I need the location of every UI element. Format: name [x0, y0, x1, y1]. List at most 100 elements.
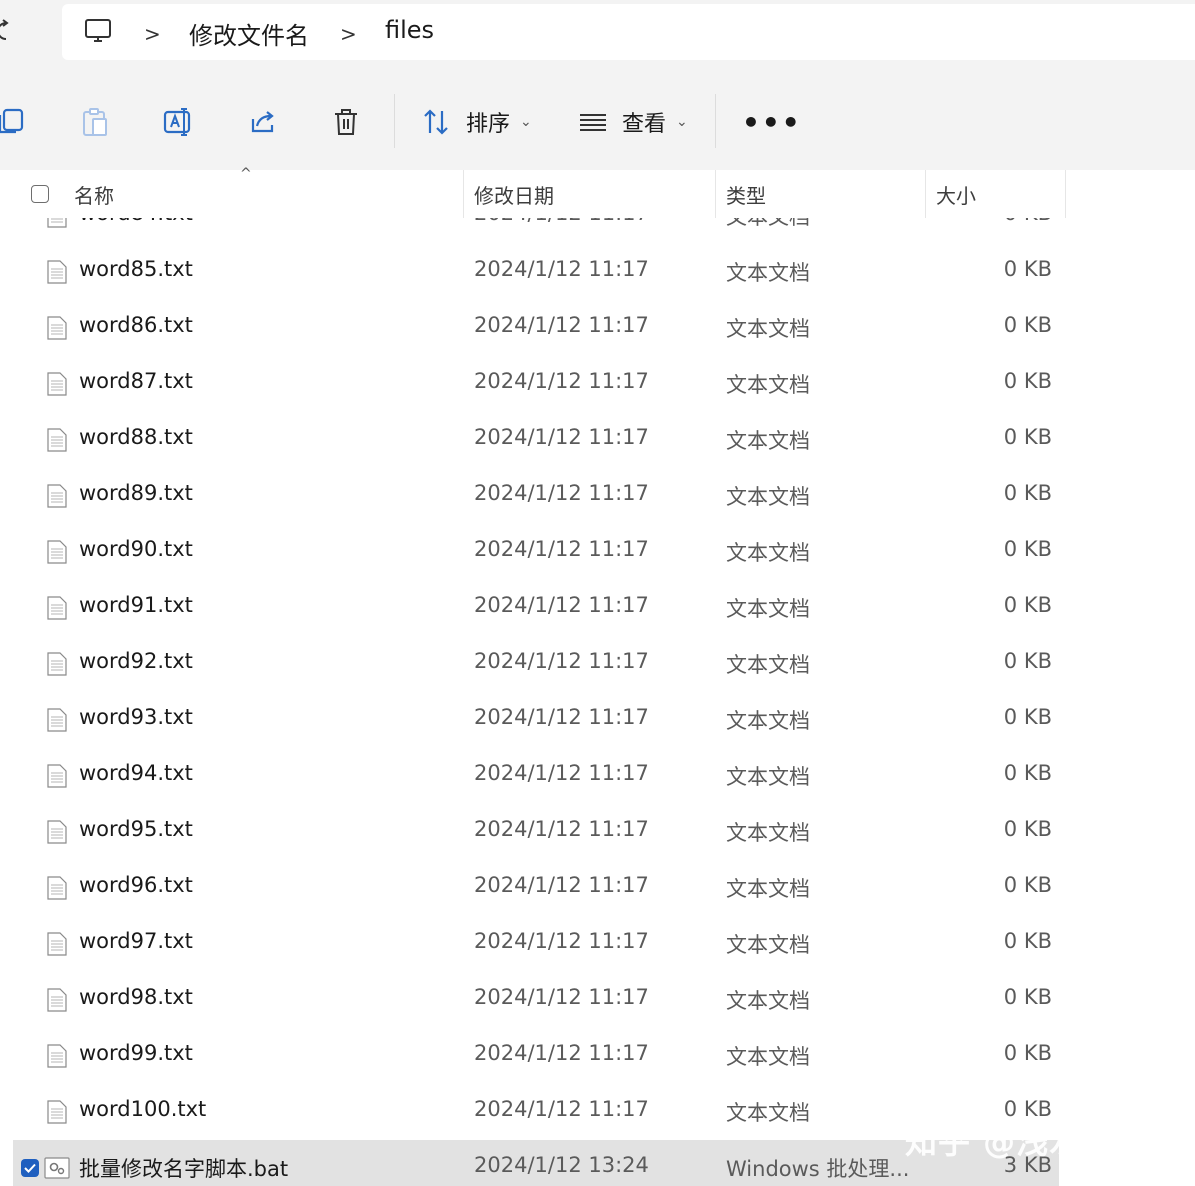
sort-ascending-icon: ^ [240, 166, 252, 182]
row-checkbox-checked[interactable] [21, 1159, 39, 1177]
file-type: 文本文档 [726, 653, 810, 677]
file-size: 0 KB [1003, 873, 1052, 897]
column-divider[interactable] [1065, 170, 1066, 218]
file-type: 文本文档 [726, 709, 810, 733]
file-type: 文本文档 [726, 261, 810, 285]
file-date: 2024/1/12 11:17 [474, 313, 649, 337]
column-size[interactable]: 大小 [936, 180, 976, 209]
view-button[interactable]: 查看 ⌄ [578, 104, 688, 140]
column-date[interactable]: 修改日期 [474, 180, 554, 209]
file-row[interactable]: word86.txt 2024/1/12 11:17 文本文档 0 KB [0, 300, 1195, 356]
chevron-down-icon: ⌄ [676, 114, 688, 130]
file-size: 0 KB [1003, 593, 1052, 617]
file-row[interactable]: word84.txt 2024/1/12 11:17 文本文档 0 KB [0, 218, 1195, 244]
file-name[interactable]: word100.txt [79, 1097, 206, 1121]
more-options-button[interactable]: ••• [742, 104, 802, 140]
file-row[interactable]: word89.txt 2024/1/12 11:17 文本文档 0 KB [0, 468, 1195, 524]
file-size: 0 KB [1004, 218, 1052, 225]
file-name[interactable]: word98.txt [79, 985, 193, 1009]
text-file-icon [47, 428, 67, 456]
delete-button[interactable] [332, 104, 360, 140]
file-size: 0 KB [1003, 929, 1052, 953]
view-list-icon [580, 114, 606, 131]
file-name[interactable]: word91.txt [79, 593, 193, 617]
file-name[interactable]: word85.txt [79, 257, 193, 281]
file-date: 2024/1/12 11:17 [474, 425, 649, 449]
text-file-icon [47, 820, 67, 848]
breadcrumb-folder[interactable]: 修改文件名 [189, 16, 309, 51]
file-name[interactable]: word97.txt [79, 929, 193, 953]
rename-icon [163, 108, 191, 136]
file-row[interactable]: word85.txt 2024/1/12 11:17 文本文档 0 KB [0, 244, 1195, 300]
batch-file-icon [44, 1156, 70, 1184]
file-row[interactable]: word99.txt 2024/1/12 11:17 文本文档 0 KB [0, 1028, 1195, 1084]
text-file-icon [47, 1100, 67, 1128]
file-name[interactable]: word92.txt [79, 649, 193, 673]
select-all-checkbox[interactable] [31, 185, 49, 203]
view-label: 查看 [622, 112, 667, 137]
file-name[interactable]: word99.txt [79, 1041, 193, 1065]
breadcrumb-subfolder[interactable]: files [385, 16, 434, 44]
file-row[interactable]: word88.txt 2024/1/12 11:17 文本文档 0 KB [0, 412, 1195, 468]
this-pc-icon[interactable] [84, 17, 112, 49]
file-size: 0 KB [1003, 985, 1052, 1009]
file-date: 2024/1/12 11:17 [474, 257, 649, 281]
text-file-icon [47, 596, 67, 624]
file-name[interactable]: word95.txt [79, 817, 193, 841]
copy-button[interactable] [0, 104, 26, 140]
column-divider[interactable] [925, 170, 926, 218]
share-button[interactable] [248, 104, 278, 140]
file-name[interactable]: word84.txt [79, 218, 193, 225]
file-row[interactable]: word98.txt 2024/1/12 11:17 文本文档 0 KB [0, 972, 1195, 1028]
text-file-icon [47, 260, 67, 288]
refresh-icon[interactable] [0, 14, 24, 48]
file-type: 文本文档 [726, 218, 810, 231]
file-name[interactable]: word89.txt [79, 481, 193, 505]
toolbar-divider [394, 94, 395, 148]
text-file-icon [47, 932, 67, 960]
file-row[interactable]: word97.txt 2024/1/12 11:17 文本文档 0 KB [0, 916, 1195, 972]
chevron-right-icon[interactable]: > [144, 22, 161, 46]
text-file-icon [47, 218, 67, 232]
file-size: 0 KB [1003, 313, 1052, 337]
file-name[interactable]: word90.txt [79, 537, 193, 561]
text-file-icon [47, 1044, 67, 1072]
file-row[interactable]: word87.txt 2024/1/12 11:17 文本文档 0 KB [0, 356, 1195, 412]
file-size: 0 KB [1003, 649, 1052, 673]
paste-button[interactable] [80, 104, 110, 140]
file-name[interactable]: word86.txt [79, 313, 193, 337]
file-type: 文本文档 [726, 597, 810, 621]
file-row[interactable]: word92.txt 2024/1/12 11:17 文本文档 0 KB [0, 636, 1195, 692]
file-date: 2024/1/12 11:17 [474, 593, 649, 617]
file-name[interactable]: word93.txt [79, 705, 193, 729]
file-type: 文本文档 [726, 1045, 810, 1069]
file-row[interactable]: word91.txt 2024/1/12 11:17 文本文档 0 KB [0, 580, 1195, 636]
column-divider[interactable] [463, 170, 464, 218]
file-date: 2024/1/12 11:17 [474, 705, 649, 729]
file-name[interactable]: word96.txt [79, 873, 193, 897]
column-divider[interactable] [715, 170, 716, 218]
file-date: 2024/1/12 13:24 [474, 1153, 649, 1177]
column-type[interactable]: 类型 [726, 180, 766, 209]
file-row[interactable]: word94.txt 2024/1/12 11:17 文本文档 0 KB [0, 748, 1195, 804]
file-type: 文本文档 [726, 429, 810, 453]
file-name[interactable]: word88.txt [79, 425, 193, 449]
breadcrumb[interactable]: > 修改文件名 > files [62, 4, 1195, 60]
file-row[interactable]: word96.txt 2024/1/12 11:17 文本文档 0 KB [0, 860, 1195, 916]
rename-button[interactable] [163, 104, 195, 140]
column-name[interactable]: 名称 [74, 180, 114, 209]
file-row[interactable]: word90.txt 2024/1/12 11:17 文本文档 0 KB [0, 524, 1195, 580]
file-date: 2024/1/12 11:17 [474, 369, 649, 393]
file-row[interactable]: word95.txt 2024/1/12 11:17 文本文档 0 KB [0, 804, 1195, 860]
file-date: 2024/1/12 11:17 [474, 1041, 649, 1065]
file-type: Windows 批处理... [726, 1157, 910, 1181]
chevron-right-icon[interactable]: > [340, 22, 357, 46]
column-header: 名称 ^ 修改日期 类型 大小 [0, 166, 1195, 218]
sort-button[interactable]: 排序 ⌄ [422, 104, 532, 140]
text-file-icon [47, 372, 67, 400]
file-name[interactable]: word87.txt [79, 369, 193, 393]
file-row[interactable]: word93.txt 2024/1/12 11:17 文本文档 0 KB [0, 692, 1195, 748]
toolbar-divider [715, 94, 716, 148]
file-name[interactable]: 批量修改名字脚本.bat [79, 1153, 288, 1183]
file-name[interactable]: word94.txt [79, 761, 193, 785]
